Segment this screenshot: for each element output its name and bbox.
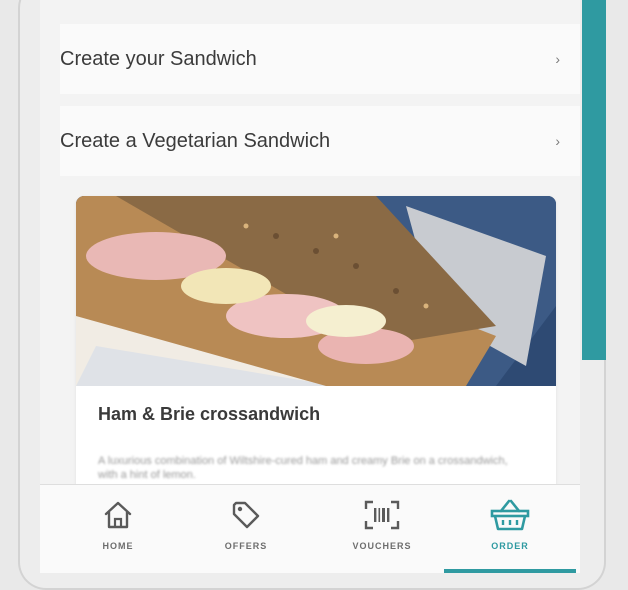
nav-order[interactable]: ORDER (460, 495, 560, 565)
active-tab-indicator (444, 569, 576, 573)
product-description: A luxurious combination of Wiltshire-cur… (98, 455, 508, 481)
teal-edge (582, 0, 606, 360)
home-icon (96, 495, 140, 535)
chevron-right-icon: › (555, 51, 560, 67)
create-vegetarian-sandwich-item[interactable]: Create a Vegetarian Sandwich › (60, 106, 580, 176)
create-sandwich-item[interactable]: Create your Sandwich › (60, 24, 580, 94)
create-vegetarian-sandwich-label: Create a Vegetarian Sandwich (60, 129, 331, 152)
app-screen: Create your Sandwich › Create a Vegetari… (40, 0, 580, 573)
tag-icon (224, 495, 268, 535)
nav-offers-label: OFFERS (224, 541, 268, 551)
product-card[interactable]: Ham & Brie crossandwich A luxurious comb… (76, 196, 556, 496)
product-title: Ham & Brie crossandwich (98, 404, 321, 424)
nav-home-label: HOME (102, 541, 134, 551)
product-image (76, 196, 556, 386)
nav-vouchers-label: VOUCHERS (352, 541, 412, 551)
nav-home[interactable]: HOME (68, 495, 168, 565)
basket-icon (488, 495, 532, 535)
nav-order-label: ORDER (491, 541, 529, 551)
nav-offers[interactable]: OFFERS (196, 495, 296, 565)
create-sandwich-label: Create your Sandwich (60, 47, 257, 70)
barcode-scan-icon (360, 495, 404, 535)
bottom-navigation: HOME OFFERS VOUCHERS ORDER (40, 484, 580, 573)
chevron-right-icon: › (555, 133, 560, 149)
nav-vouchers[interactable]: VOUCHERS (332, 495, 432, 565)
